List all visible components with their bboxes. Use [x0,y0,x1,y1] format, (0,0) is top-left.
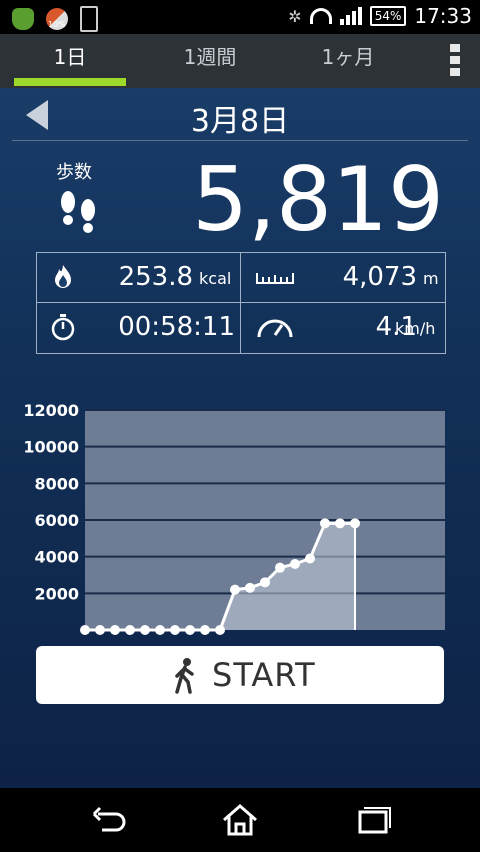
chart-data-point [335,518,345,529]
tab-month[interactable]: 1ヶ月 [292,34,404,88]
chart-data-point [110,625,120,635]
chart-data-point [125,625,135,635]
signal-icon [339,7,362,25]
clock: 17:33 [414,4,472,28]
step-count: 5,819 [192,148,444,251]
recent-apps-icon[interactable] [352,802,392,838]
battery-level: 54% [369,6,407,26]
tab-bar: 1日 1週間 1ヶ月 [0,34,480,88]
status-bar: 10% ✲ 54% 17:33 [0,0,480,34]
y-tick-label: 4000 [34,548,79,567]
distance-value: 4,073 [342,262,417,292]
hourly-steps-chart: 2000400060008000100001200024681012141618… [23,401,445,635]
wifi-icon [309,8,332,24]
navigation-bar [0,788,480,852]
y-tick-label: 12000 [23,401,79,420]
chart-data-point [305,553,315,564]
y-tick-label: 8000 [34,474,79,493]
security-shield-icon [12,8,34,30]
chart-data-point [215,625,225,635]
active-tab-indicator [14,78,126,86]
speed-unit: km/h [395,319,436,338]
weather-icon: 10% [46,8,68,30]
date-title: 3月8日 [190,104,290,139]
date-row: 3月8日 [0,92,480,142]
time-value: 00:58:11 [118,312,235,342]
calories-value: 253.8 [118,262,193,292]
y-tick-label: 2000 [34,584,79,603]
chart-data-point [230,584,240,595]
speedometer-icon [257,319,293,338]
pedometer-app: 1日 1週間 1ヶ月 3月8日 歩数 5,819 253.8 kcal 4,07… [0,34,480,788]
chart-data-point [245,582,255,593]
back-icon[interactable] [88,802,128,838]
steps-label: 歩数 [56,162,92,183]
divider [12,140,468,141]
calories-unit: kcal [199,269,232,288]
phone-icon [80,6,98,32]
ruler-icon [256,273,294,284]
footprints-icon [61,191,95,233]
chart-data-point [290,559,300,569]
home-icon[interactable] [220,802,260,838]
y-tick-label: 10000 [23,438,79,457]
chart-data-point [200,625,210,635]
tab-week[interactable]: 1週間 [148,34,272,88]
chart-data-point [260,577,270,588]
bluetooth-icon: ✲ [288,6,302,26]
weather-temp: 10% [48,20,66,29]
stats-grid: 253.8 kcal 4,073 m 00:58:11 4.1 km/h [36,252,446,354]
chart-data-point [320,518,330,529]
chart-data-point [140,625,150,635]
chart-data-point [350,518,360,529]
stopwatch-icon [51,314,75,341]
start-button-label: START [212,656,316,694]
chart-data-point [80,625,90,635]
walker-icon [175,658,194,694]
chart-data-point [185,625,195,635]
chart-data-point [95,625,105,635]
chart-data-point [275,562,285,573]
y-tick-label: 6000 [34,511,79,530]
flame-icon [55,265,71,288]
overflow-menu-icon[interactable] [450,44,460,80]
distance-unit: m [423,269,439,288]
start-button[interactable]: START [36,646,444,704]
chart-data-point [155,625,165,635]
chart-data-point [170,625,180,635]
